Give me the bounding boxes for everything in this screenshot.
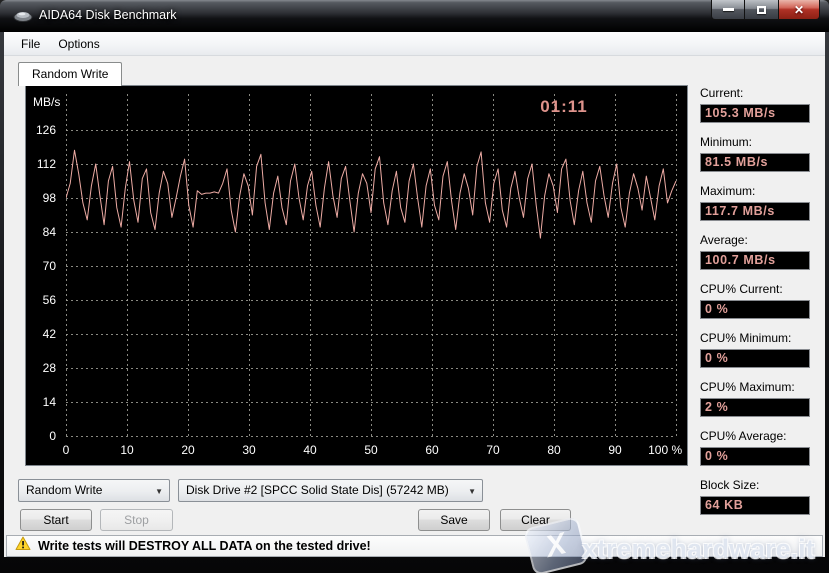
stat-row: Average: 100.7 MB/s [700, 233, 812, 270]
x-tick-label: 60 [425, 443, 438, 457]
drive-select[interactable]: Disk Drive #2 [SPCC Solid State Dis] (57… [178, 479, 483, 502]
y-tick-label: 98 [26, 190, 56, 206]
y-tick-label: 112 [26, 156, 56, 172]
stat-value: 0 % [700, 349, 810, 368]
caption-buttons: ✕ [711, 0, 820, 20]
x-tick-label: 90 [608, 443, 621, 457]
menubar: File Options [4, 32, 825, 56]
x-tick-label: 30 [242, 443, 255, 457]
y-tick-label: 84 [26, 224, 56, 240]
minimize-button[interactable] [711, 0, 745, 20]
stat-value: 0 % [700, 300, 810, 319]
menu-options[interactable]: Options [49, 34, 108, 54]
minimize-icon [723, 8, 734, 11]
app-window: AIDA64 Disk Benchmark ✕ File Options Ran… [0, 0, 829, 573]
x-tick-label: 100 % [648, 443, 682, 457]
start-button[interactable]: Start [20, 509, 92, 531]
stat-row: CPU% Average: 0 % [700, 429, 812, 466]
stat-value: 105.3 MB/s [700, 104, 810, 123]
stat-value: 64 KB [700, 496, 810, 515]
y-tick-label: 0 [26, 428, 56, 444]
stat-row: CPU% Current: 0 % [700, 282, 812, 319]
stat-row: Current: 105.3 MB/s [700, 86, 812, 123]
stat-label: Current: [700, 86, 812, 101]
save-button[interactable]: Save [418, 509, 490, 531]
stat-row: CPU% Maximum: 2 % [700, 380, 812, 417]
stop-button: Stop [100, 509, 173, 531]
x-tick-label: 0 [63, 443, 70, 457]
line-chart [66, 94, 678, 438]
stat-row: CPU% Minimum: 0 % [700, 331, 812, 368]
y-tick-label: 42 [26, 326, 56, 342]
app-icon [13, 9, 33, 23]
tab-random-write[interactable]: Random Write [18, 62, 122, 86]
stat-label: Minimum: [700, 135, 812, 150]
stat-row: Minimum: 81.5 MB/s [700, 135, 812, 172]
window-title: AIDA64 Disk Benchmark [39, 0, 177, 32]
status-bar: Write tests will DESTROY ALL DATA on the… [6, 535, 823, 557]
stat-value: 2 % [700, 398, 810, 417]
stat-label: CPU% Average: [700, 429, 812, 444]
maximize-icon [757, 6, 766, 14]
stats-panel: Current: 105.3 MB/s Minimum: 81.5 MB/s Maxim… [700, 86, 812, 527]
stat-value: 100.7 MB/s [700, 251, 810, 270]
y-tick-label: 126 [26, 122, 56, 138]
stat-label: CPU% Maximum: [700, 380, 812, 395]
stat-label: Average: [700, 233, 812, 248]
elapsed-time: 01:11 [524, 97, 604, 117]
drive-select-value: Disk Drive #2 [SPCC Solid State Dis] (57… [186, 483, 449, 497]
test-type-select[interactable]: Random Write ▼ [18, 479, 170, 502]
x-tick-label: 40 [303, 443, 316, 457]
test-type-value: Random Write [26, 483, 102, 497]
titlebar: AIDA64 Disk Benchmark ✕ [0, 0, 829, 32]
y-tick-label: 28 [26, 360, 56, 376]
y-axis-unit-label: MB/s [33, 95, 60, 109]
warning-icon [15, 536, 31, 556]
chevron-down-icon: ▼ [155, 481, 163, 502]
close-button[interactable]: ✕ [778, 0, 820, 20]
x-tick-label: 20 [181, 443, 194, 457]
stat-value: 0 % [700, 447, 810, 466]
y-tick-label: 70 [26, 258, 56, 274]
status-warning-text: Write tests will DESTROY ALL DATA on the… [38, 539, 371, 553]
y-tick-label: 56 [26, 292, 56, 308]
chevron-down-icon: ▼ [468, 481, 476, 502]
clear-button[interactable]: Clear [500, 509, 571, 531]
y-tick-label: 14 [26, 394, 56, 410]
stat-value: 117.7 MB/s [700, 202, 810, 221]
stat-row: Block Size: 64 KB [700, 478, 812, 515]
maximize-button[interactable] [745, 0, 778, 20]
x-tick-label: 80 [547, 443, 560, 457]
stat-row: Maximum: 117.7 MB/s [700, 184, 812, 221]
close-icon: ✕ [794, 3, 804, 17]
stat-label: Block Size: [700, 478, 812, 493]
stat-label: CPU% Current: [700, 282, 812, 297]
stat-label: Maximum: [700, 184, 812, 199]
x-tick-label: 10 [120, 443, 133, 457]
stat-value: 81.5 MB/s [700, 153, 810, 172]
chart-panel: MB/s 126 112 98 84 70 56 42 28 14 0 01:11 0 10 20 30… [25, 85, 688, 466]
stat-label: CPU% Minimum: [700, 331, 812, 346]
x-tick-label: 50 [364, 443, 377, 457]
x-tick-label: 70 [486, 443, 499, 457]
menu-file[interactable]: File [12, 34, 49, 54]
